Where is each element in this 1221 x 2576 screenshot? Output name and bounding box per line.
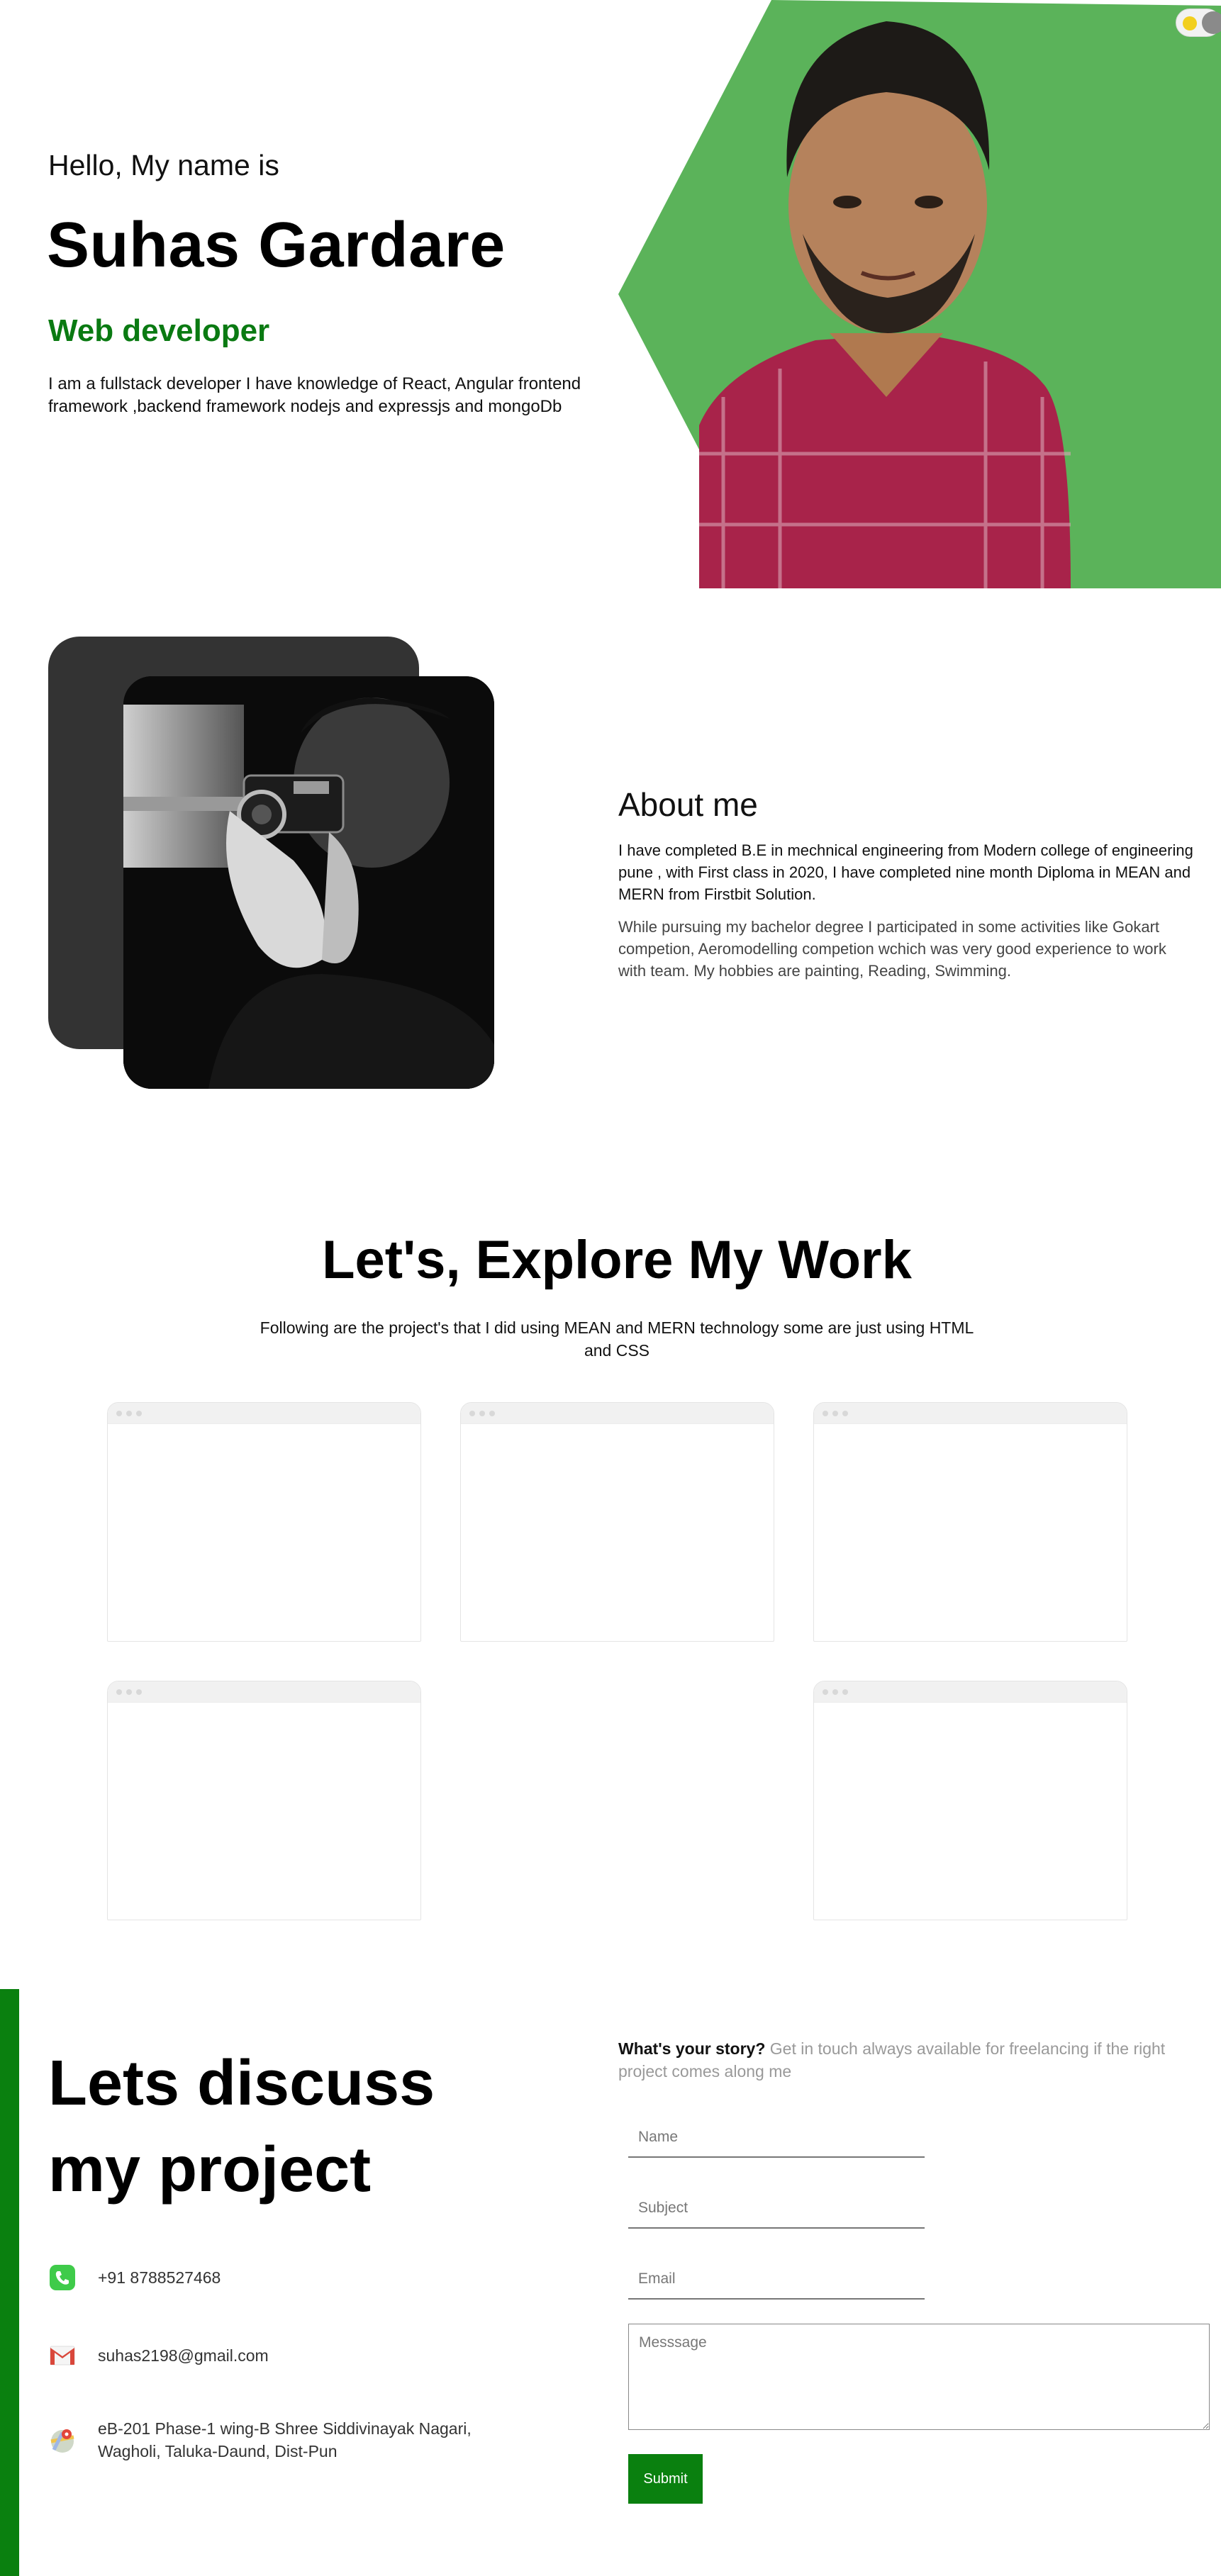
hero-role: Web developer	[48, 313, 270, 348]
about-title: About me	[618, 786, 758, 823]
contact-title-line: Lets discuss	[48, 2048, 435, 2119]
browser-bar	[108, 1681, 420, 1703]
contact-email[interactable]: suhas2198@gmail.com	[48, 2341, 269, 2370]
about-photo	[123, 676, 494, 1089]
theme-toggle[interactable]	[1176, 9, 1221, 37]
window-dot-icon	[489, 1411, 495, 1416]
map-pin-icon	[50, 2429, 74, 2453]
hero-name: Suhas Gardare	[47, 210, 506, 281]
project-card[interactable]	[107, 1681, 421, 1920]
window-dot-icon	[136, 1689, 142, 1695]
hero-greeting: Hello, My name is	[48, 149, 279, 181]
about-activities-line: While pursuing my bachelor degree I part…	[618, 918, 1160, 936]
contact-title-line: my project	[48, 2134, 372, 2205]
hero-portrait	[617, 0, 1221, 588]
project-card[interactable]	[813, 1402, 1127, 1642]
project-card[interactable]	[813, 1681, 1127, 1920]
name-field[interactable]	[628, 2118, 925, 2158]
work-title: Let's, Explore My Work	[322, 1230, 912, 1290]
phone-icon	[50, 2265, 75, 2290]
window-dot-icon	[823, 1411, 828, 1416]
about-activities-line: with team. My hobbies are painting, Read…	[618, 962, 1011, 980]
contact-title: Lets discuss my project	[48, 2040, 435, 2213]
subject-field[interactable]	[628, 2189, 925, 2229]
contact-address-text: eB-201 Phase-1 wing-B Shree Siddivinayak…	[98, 2417, 472, 2463]
window-dot-icon	[136, 1411, 142, 1416]
contact-accent-bar	[0, 1989, 19, 2576]
project-card[interactable]	[107, 1402, 421, 1642]
sun-icon	[1183, 16, 1197, 30]
project-card[interactable]	[460, 1402, 774, 1642]
contact-phone-text: +91 8788527468	[98, 2268, 221, 2287]
browser-bar	[108, 1403, 420, 1424]
window-dot-icon	[832, 1689, 838, 1695]
window-dot-icon	[823, 1689, 828, 1695]
about-activities-line: competion, Aeromodelling competion wchic…	[618, 940, 1166, 958]
contact-address-line: eB-201 Phase-1 wing-B Shree Siddivinayak…	[98, 2419, 472, 2438]
submit-button[interactable]: Submit	[628, 2454, 703, 2504]
contact-phone[interactable]: +91 8788527468	[48, 2263, 221, 2292]
email-field[interactable]	[628, 2260, 925, 2300]
browser-bar	[814, 1403, 1127, 1424]
window-dot-icon	[832, 1411, 838, 1416]
gmail-icon	[50, 2346, 75, 2365]
window-dot-icon	[126, 1689, 132, 1695]
photographer-illustration	[123, 676, 494, 1089]
window-dot-icon	[842, 1689, 848, 1695]
about-paragraph-activities: While pursuing my bachelor degree I part…	[618, 916, 1221, 982]
contact-address-line: Wagholi, Taluka-Daund, Dist-Pun	[98, 2442, 338, 2460]
window-dot-icon	[116, 1411, 122, 1416]
contact-address[interactable]: eB-201 Phase-1 wing-B Shree Siddivinayak…	[48, 2417, 472, 2463]
browser-bar	[814, 1681, 1127, 1703]
story-heading: What's your story?	[618, 2039, 766, 2058]
hero-portrait-illustration	[618, 0, 1221, 588]
hero-section: Hello, My name is Suhas Gardare Web deve…	[0, 0, 1221, 588]
window-dot-icon	[116, 1689, 122, 1695]
toggle-knob	[1202, 11, 1221, 34]
contact-email-text: suhas2198@gmail.com	[98, 2346, 269, 2365]
window-dot-icon	[469, 1411, 475, 1416]
hero-description: I am a fullstack developer I have knowle…	[48, 374, 581, 416]
window-dot-icon	[126, 1411, 132, 1416]
browser-bar	[461, 1403, 774, 1424]
message-field[interactable]	[628, 2324, 1210, 2430]
story-text: What's your story? Get in touch always a…	[618, 2037, 1214, 2083]
about-paragraph-education: I have completed B.E in mechnical engine…	[618, 841, 1193, 903]
window-dot-icon	[842, 1411, 848, 1416]
window-dot-icon	[479, 1411, 485, 1416]
work-subtitle: Following are the project's that I did u…	[260, 1318, 974, 1360]
